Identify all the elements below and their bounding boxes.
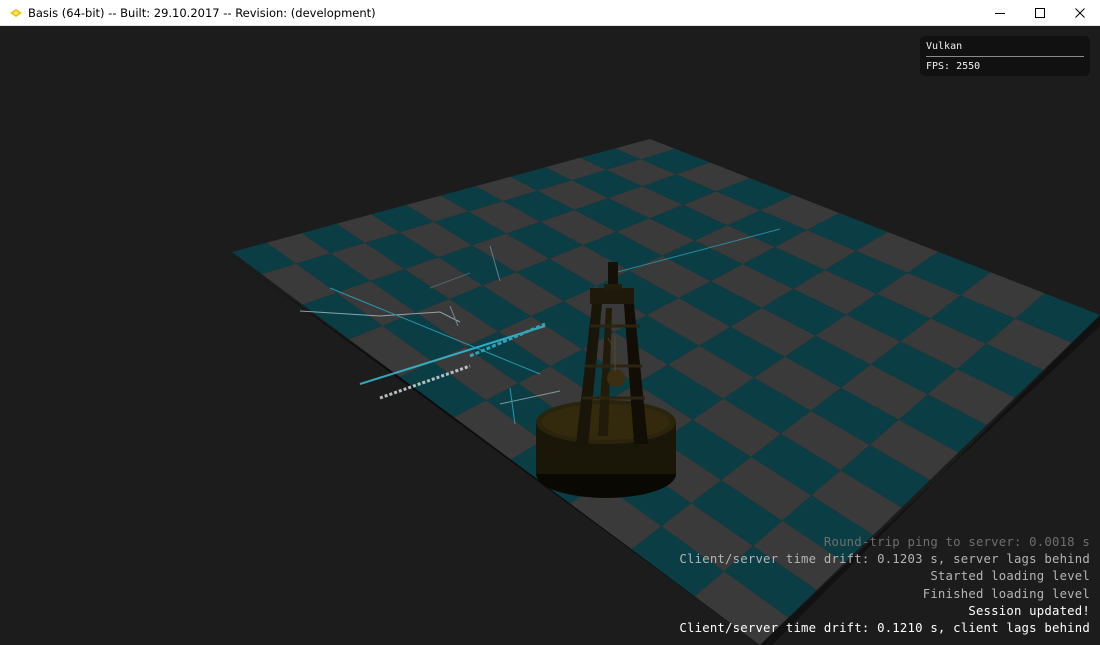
basis-logo-icon	[8, 0, 24, 26]
window-titlebar[interactable]: Basis (64-bit) -- Built: 29.10.2017 -- R…	[0, 0, 1100, 26]
console-line: Round-trip ping to server: 0.0018 s	[823, 535, 1090, 549]
renderer-name: Vulkan	[926, 41, 963, 52]
close-icon	[1075, 8, 1085, 18]
console-line: Session updated!	[968, 603, 1090, 618]
close-button[interactable]	[1060, 0, 1100, 26]
console-line: Finished loading level	[922, 586, 1090, 601]
console-line: Client/server time drift: 0.1210 s, clie…	[679, 620, 1090, 635]
maximize-icon	[1035, 8, 1045, 18]
window-controls	[980, 0, 1100, 26]
fps-counter: FPS: 2550	[926, 61, 981, 72]
minimize-icon	[995, 13, 1005, 14]
render-viewport[interactable]: Vulkan FPS: 2550 Round-trip ping to serv…	[0, 26, 1100, 645]
console-line: Client/server time drift: 0.1203 s, serv…	[679, 552, 1090, 567]
console-line: Started loading level	[930, 569, 1090, 584]
renderer-stats-panel: Vulkan FPS: 2550	[920, 36, 1090, 76]
minimize-button[interactable]	[980, 0, 1020, 26]
window-title: Basis (64-bit) -- Built: 29.10.2017 -- R…	[28, 5, 376, 20]
console-log: Round-trip ping to server: 0.0018 s Clie…	[570, 534, 1090, 637]
maximize-button[interactable]	[1020, 0, 1060, 26]
stats-divider	[926, 56, 1084, 57]
